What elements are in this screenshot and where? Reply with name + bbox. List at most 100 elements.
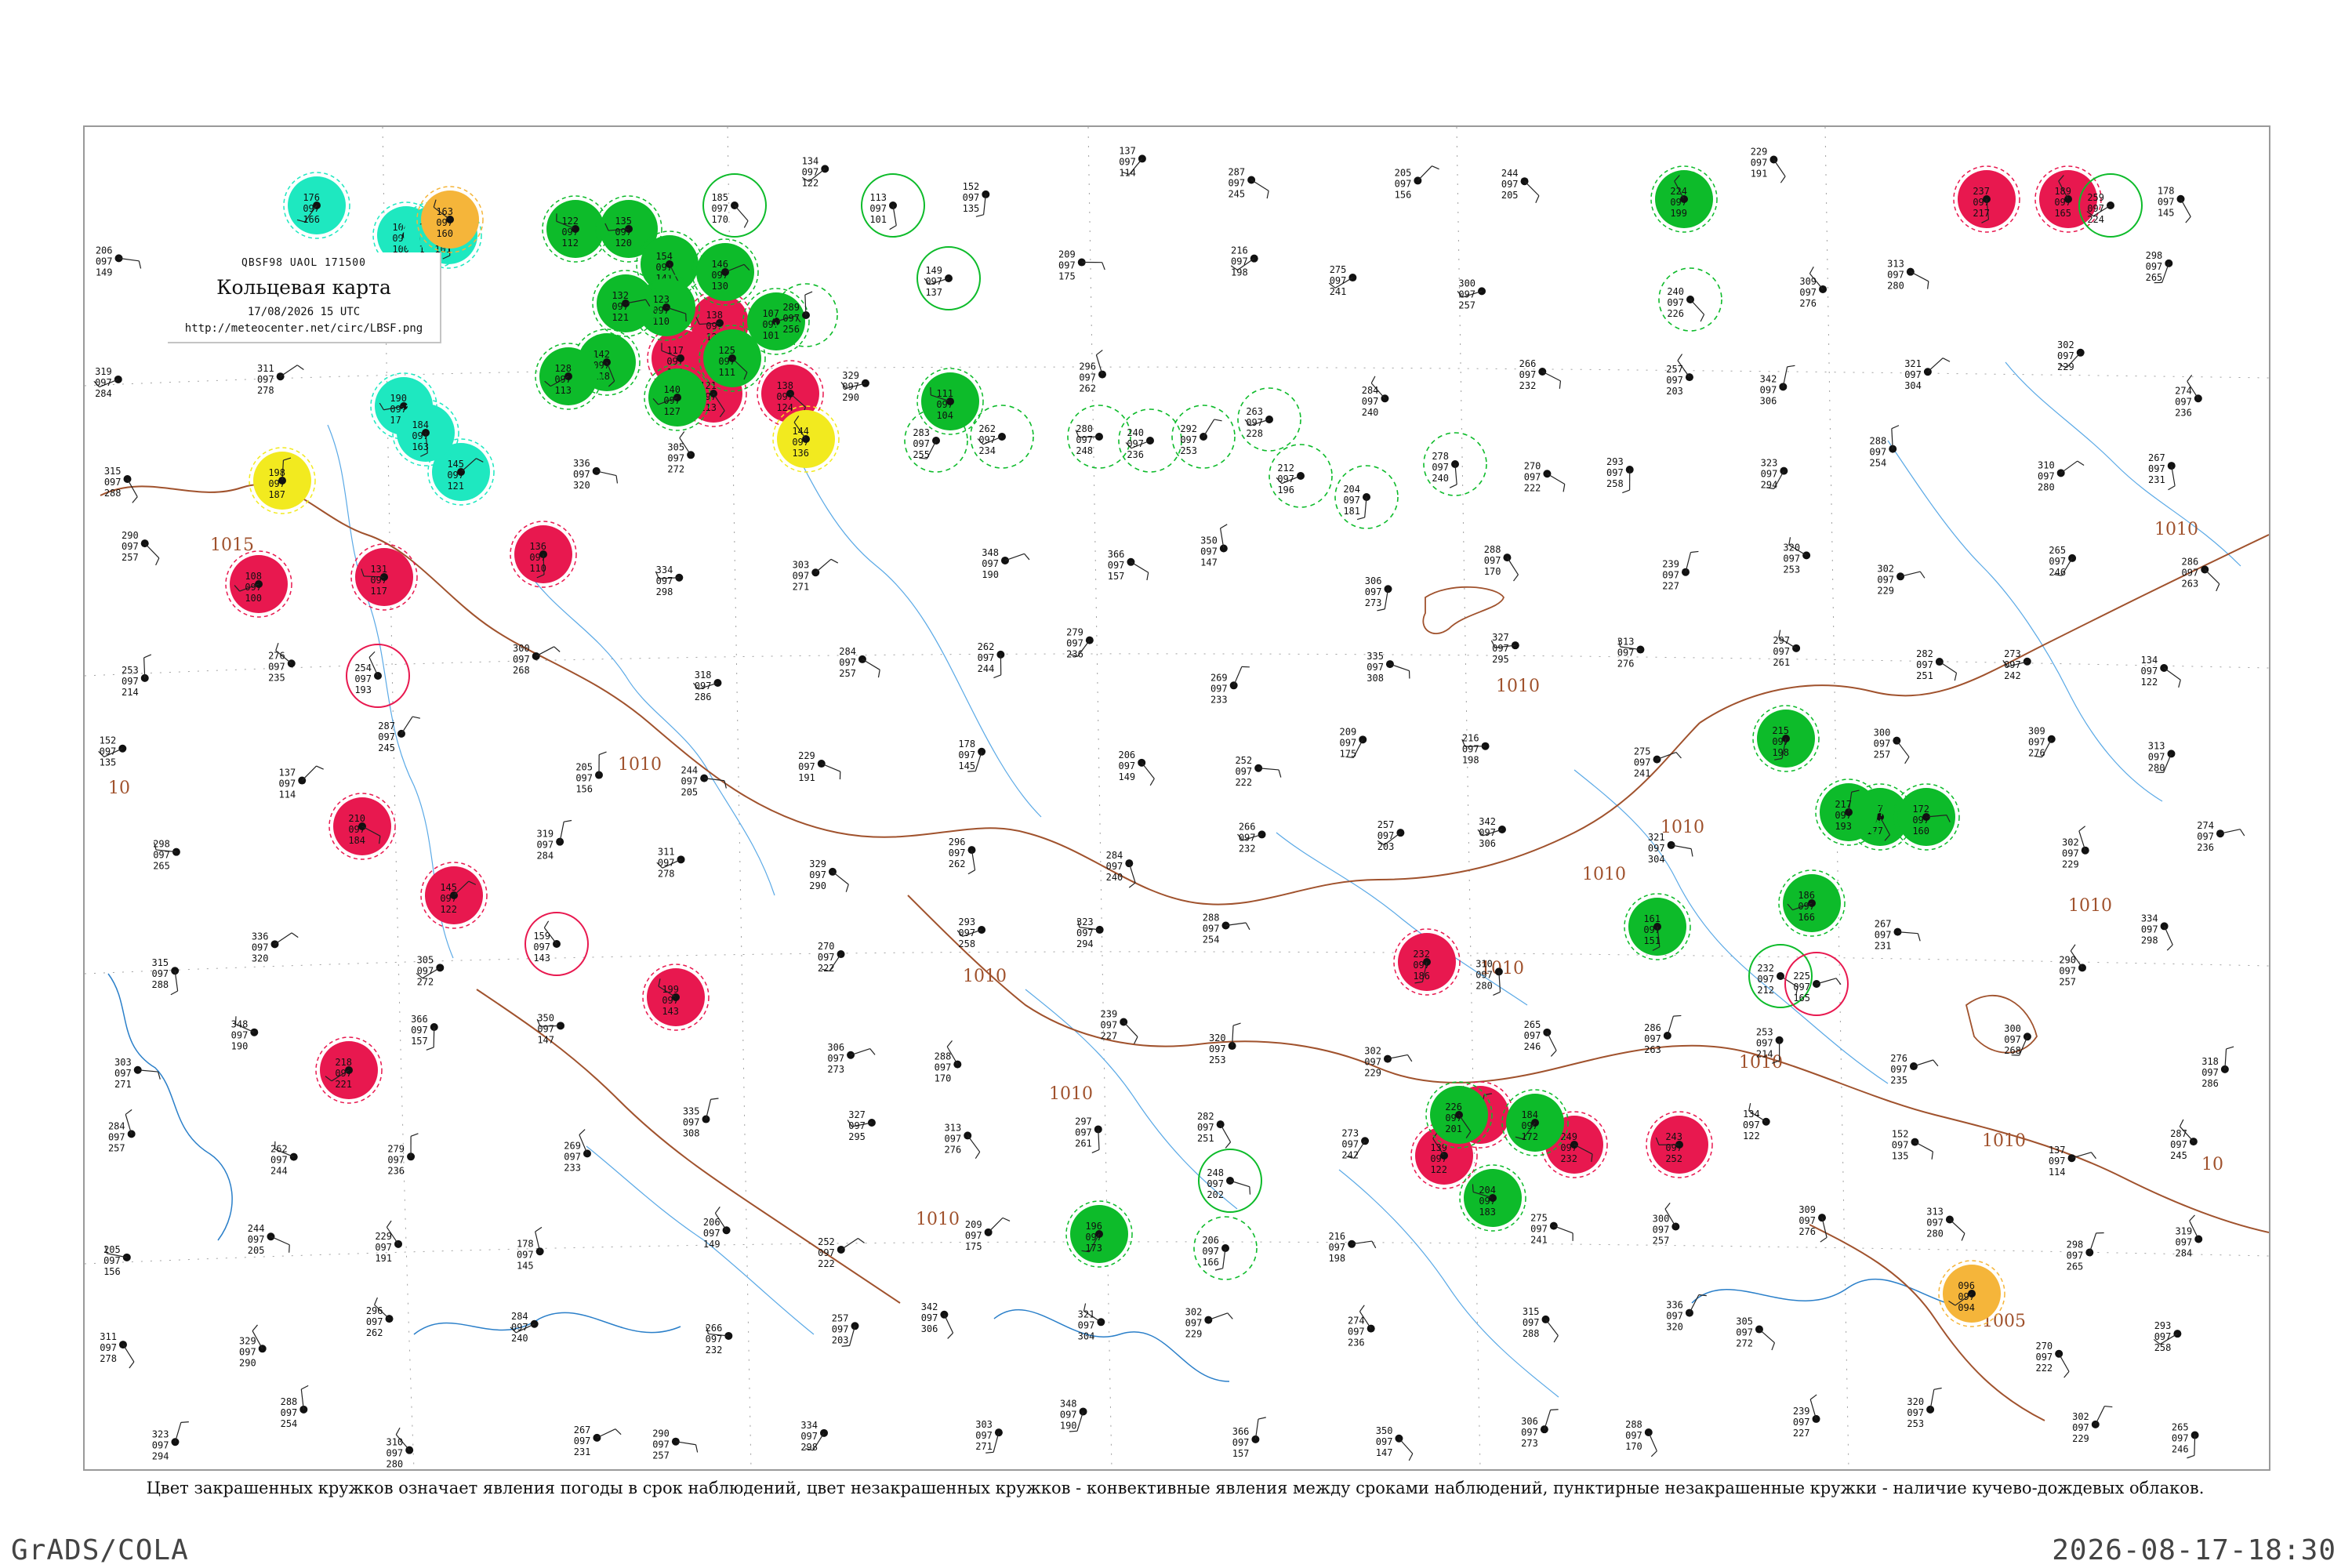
station-plain[interactable]: 350097147 [1200, 524, 1228, 568]
station-plain[interactable]: 306097273 [1365, 575, 1392, 612]
station-plain[interactable]: 302097229 [1364, 1046, 1413, 1079]
station-plain[interactable]: 266097232 [1237, 821, 1266, 854]
station-plain[interactable]: 350097147 [1376, 1425, 1414, 1461]
station-plain[interactable]: 178097145 [517, 1226, 544, 1271]
station-plain[interactable]: 287097245 [1228, 166, 1269, 199]
station-rain[interactable]: 172097160 [1893, 783, 1960, 851]
station-thunderstorm[interactable]: 108097100 [225, 550, 292, 618]
synoptic-map[interactable]: 1015 1010 1010 1010 1010 1010 1010 1010 1010 1010… [83, 125, 2270, 1471]
station-dashed_cb[interactable]: 240097226 [1658, 267, 1722, 332]
station-thunderstorm[interactable]: 136097110 [510, 521, 577, 588]
station-plain[interactable]: 253097214 [122, 654, 152, 698]
station-plain[interactable]: 296097262 [366, 1297, 394, 1338]
station-plain[interactable]: 229097191 [798, 750, 841, 783]
station-plain[interactable]: 300097268 [2004, 1023, 2031, 1056]
station-plain[interactable]: 209097175 [1340, 726, 1367, 759]
station-plain[interactable]: 266097232 [706, 1323, 733, 1356]
station-plain[interactable]: 288097170 [1625, 1419, 1657, 1457]
station-thunderstorm[interactable]: 218097221 [315, 1036, 383, 1104]
station-plain[interactable]: 274097236 [2175, 375, 2202, 418]
station-plain[interactable]: 282097251 [1197, 1111, 1232, 1149]
station-plain[interactable]: 276097235 [1890, 1053, 1939, 1086]
station-plain[interactable]: 265097246 [1524, 1019, 1557, 1057]
station-plain[interactable]: 269097233 [1210, 666, 1250, 705]
station-plain[interactable]: 206097149 [96, 245, 142, 278]
station-plain[interactable]: 315097288 [1523, 1306, 1559, 1343]
station-rain[interactable]: 186097166 [1778, 869, 1846, 937]
station-plain[interactable]: 313097280 [1887, 259, 1929, 292]
station-plain[interactable]: 335097308 [1367, 651, 1410, 684]
station-plain[interactable]: 334097298 [2141, 913, 2173, 951]
station-plain[interactable]: 216097198 [1328, 1231, 1377, 1264]
station-plain[interactable]: 350097147 [536, 1012, 565, 1045]
station-plain[interactable]: 298097265 [153, 839, 180, 872]
station-dashed_cb[interactable]: 240097236 [1118, 408, 1182, 473]
station-open_rain[interactable]: 185097170 [702, 173, 767, 238]
station-plain[interactable]: 134097122 [802, 155, 829, 188]
station-plain[interactable]: 297097261 [1075, 1116, 1102, 1153]
station-open_rain[interactable]: 259097224 [2078, 173, 2143, 238]
station-plain[interactable]: 336097320 [1666, 1294, 1707, 1333]
station-plain[interactable]: 239097227 [1101, 1008, 1138, 1044]
station-plain[interactable]: 284097240 [510, 1311, 539, 1344]
station-open_rain[interactable]: 149097137 [916, 246, 981, 310]
station-plain[interactable]: 366097157 [411, 1014, 438, 1051]
station-plain[interactable]: 300097257 [1653, 1203, 1680, 1247]
station-plain[interactable]: 134097122 [1743, 1102, 1770, 1142]
station-plain[interactable]: 300097268 [513, 643, 561, 676]
station-plain[interactable]: 206097149 [703, 1207, 731, 1250]
station-plain[interactable]: 216097198 [1461, 733, 1490, 766]
station-plain[interactable]: 300097257 [1874, 728, 1910, 764]
station-plain[interactable]: 310097280 [2038, 459, 2085, 492]
station-plain[interactable]: 284097257 [839, 646, 880, 679]
station-plain[interactable]: 288097170 [935, 1040, 962, 1084]
station-rain[interactable]: 204097183 [1459, 1164, 1526, 1232]
station-rain[interactable]: 196097173 [1065, 1200, 1133, 1268]
station-plain[interactable]: 244097205 [248, 1223, 290, 1256]
station-plain[interactable]: 313097276 [1617, 637, 1645, 670]
station-plain[interactable]: 305097272 [667, 431, 695, 474]
station-thunderstorm[interactable]: 210097184 [328, 793, 396, 860]
station-plain[interactable]: 266097232 [1519, 358, 1562, 391]
station-open_storm[interactable]: 254097193 [346, 644, 410, 708]
station-plain[interactable]: 229097191 [375, 1220, 403, 1264]
station-plain[interactable]: 321097304 [1078, 1303, 1105, 1341]
station-rain[interactable]: 111097104 [916, 368, 984, 435]
station-plain[interactable]: 275097241 [1530, 1213, 1573, 1246]
station-plain[interactable]: 315097288 [104, 466, 138, 503]
station-plain[interactable]: 297097261 [1773, 630, 1801, 668]
station-plain[interactable]: 270097222 [2035, 1341, 2070, 1378]
station-plain[interactable]: 348097190 [1060, 1398, 1087, 1432]
station-plain[interactable]: 311097278 [257, 363, 304, 396]
station-plain[interactable]: 329097290 [239, 1324, 267, 1368]
station-thunderstorm[interactable]: 199097143 [642, 964, 710, 1031]
station-plain[interactable]: 257097203 [1377, 819, 1405, 852]
station-plain[interactable]: 342097306 [921, 1301, 954, 1339]
station-plain[interactable]: 253097214 [1756, 1027, 1784, 1064]
station-plain[interactable]: 216097198 [1230, 245, 1258, 278]
station-thunderstorm[interactable]: 243097252 [1646, 1111, 1713, 1178]
station-plain[interactable]: 335097308 [683, 1098, 719, 1139]
station-plain[interactable]: 319097284 [536, 819, 572, 862]
station-dashed_cb[interactable]: 263097228 [1237, 387, 1301, 452]
station-open_storm[interactable]: 225097165 [1784, 952, 1849, 1016]
station-plain[interactable]: 288097254 [281, 1385, 309, 1429]
station-plain[interactable]: 327097295 [847, 1109, 876, 1142]
station-rain[interactable]: 215097198 [1752, 705, 1820, 772]
station-plain[interactable]: 306097273 [1521, 1409, 1559, 1449]
station-plain[interactable]: 276097235 [268, 643, 296, 683]
station-plain[interactable]: 313097276 [945, 1122, 981, 1160]
station-plain[interactable]: 348097190 [231, 1016, 259, 1052]
station-plain[interactable]: 305097272 [1736, 1316, 1776, 1351]
station-plain[interactable]: 205097156 [103, 1244, 131, 1277]
station-plain[interactable]: 293097258 [2153, 1320, 2182, 1353]
station-dashed_cb[interactable]: 292097253 [1171, 405, 1236, 469]
station-plain[interactable]: 323097294 [1761, 458, 1788, 491]
station-plain[interactable]: 318097286 [693, 670, 722, 702]
station-plain[interactable]: 348097190 [982, 547, 1030, 580]
station-plain[interactable]: 288097254 [1870, 425, 1900, 469]
station-plain[interactable]: 320097253 [1209, 1022, 1241, 1065]
station-plain[interactable]: 320097253 [1783, 537, 1811, 575]
station-plain[interactable]: 270097222 [818, 941, 845, 974]
station-plain[interactable]: 305097272 [416, 954, 445, 987]
